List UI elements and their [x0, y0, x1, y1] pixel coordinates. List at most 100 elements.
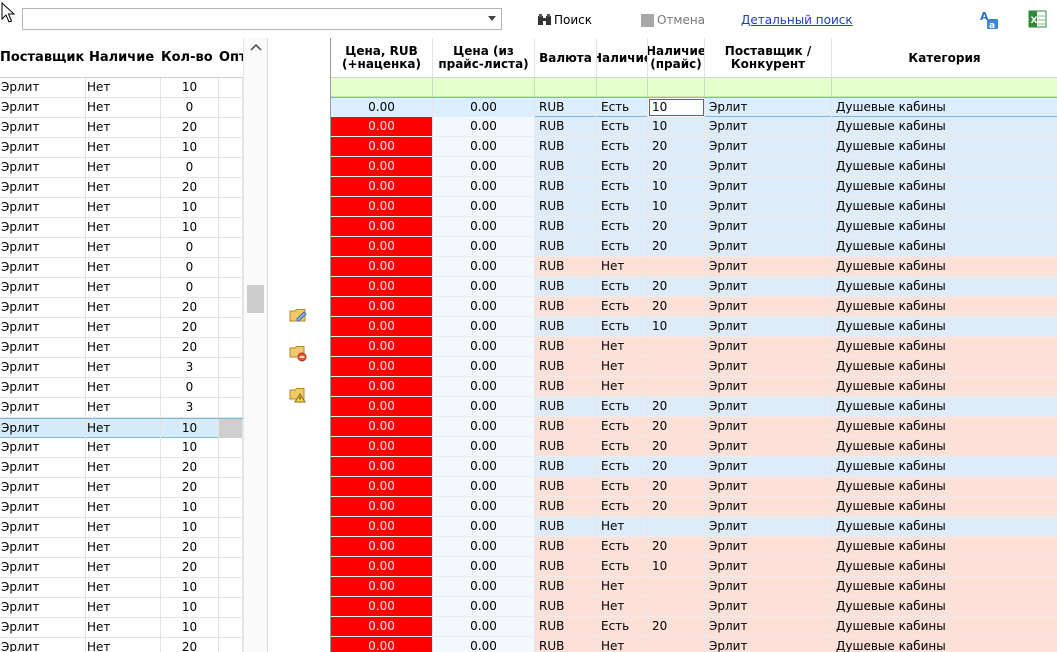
table-row[interactable]: 0.00 0.00 RUB Есть 20 Эрлит Душевые кабины	[331, 477, 1057, 497]
cancel-button[interactable]: Отмена	[641, 10, 705, 30]
table-row[interactable]: 0.00 0.00 RUB Нет Эрлит Душевые кабины	[331, 337, 1057, 357]
table-row[interactable]: 0.00 0.00 RUB Есть 20 Эрлит Душевые кабины	[331, 237, 1057, 257]
table-row[interactable]: 0.00 0.00 RUB Нет Эрлит Душевые кабины	[331, 577, 1057, 597]
table-row[interactable]: Эрлит Нет 3	[0, 358, 243, 378]
table-row[interactable]: 0.00 0.00 RUB Есть 20 Эрлит Душевые кабины	[331, 297, 1057, 317]
table-row[interactable]: Эрлит Нет 10	[0, 78, 243, 98]
cell-price-markup: 0.00	[331, 517, 433, 536]
supplier-grid-header: Поставщик Наличие Кол-во Опт	[0, 38, 243, 78]
table-row[interactable]: Эрлит Нет 20	[0, 338, 243, 358]
column-header-price-list[interactable]: Цена (из прайс-листа)	[433, 38, 535, 78]
filter-cell[interactable]	[705, 78, 832, 97]
cell-wholesale	[219, 178, 243, 197]
translate-icon[interactable]: A a	[978, 9, 1000, 31]
cell-category: Душевые кабины	[832, 157, 1057, 176]
table-row[interactable]: 0.00 0.00 RUB Нет Эрлит Душевые кабины	[331, 257, 1057, 277]
table-row[interactable]: Эрлит Нет 20	[0, 638, 243, 652]
search-combo[interactable]	[22, 8, 502, 30]
table-row[interactable]: Эрлит Нет 10	[0, 598, 243, 618]
column-header-availability[interactable]: Наличие	[597, 38, 648, 78]
cell-wholesale	[219, 78, 243, 97]
table-row[interactable]: Эрлит Нет 10	[0, 418, 243, 438]
table-row[interactable]: 0.00 0.00 RUB Есть 10 Эрлит Душевые кабины	[331, 97, 1057, 117]
table-row[interactable]: Эрлит Нет 0	[0, 378, 243, 398]
cell-availability: Нет	[597, 337, 648, 356]
table-row[interactable]: Эрлит Нет 10	[0, 138, 243, 158]
table-row[interactable]: 0.00 0.00 RUB Есть 20 Эрлит Душевые кабины	[331, 617, 1057, 637]
folder-remove-icon[interactable]	[289, 344, 307, 362]
table-row[interactable]: Эрлит Нет 0	[0, 258, 243, 278]
table-row[interactable]: Эрлит Нет 10	[0, 518, 243, 538]
table-row[interactable]: 0.00 0.00 RUB Есть 20 Эрлит Душевые кабины	[331, 497, 1057, 517]
column-header-price-markup[interactable]: Цена, RUB (+наценка)	[331, 38, 433, 78]
table-row[interactable]: 0.00 0.00 RUB Есть 20 Эрлит Душевые кабины	[331, 157, 1057, 177]
column-header-currency[interactable]: Валюта	[535, 38, 597, 78]
column-header-wholesale[interactable]: Опт	[219, 38, 243, 78]
table-row[interactable]: 0.00 0.00 RUB Есть 20 Эрлит Душевые кабины	[331, 437, 1057, 457]
chevron-down-icon[interactable]	[488, 16, 496, 21]
export-excel-icon[interactable]: X	[1028, 9, 1048, 29]
table-row[interactable]: 0.00 0.00 RUB Есть 10 Эрлит Душевые кабины	[331, 557, 1057, 577]
table-row[interactable]: 0.00 0.00 RUB Есть 20 Эрлит Душевые кабины	[331, 537, 1057, 557]
table-row[interactable]: 0.00 0.00 RUB Нет Эрлит Душевые кабины	[331, 377, 1057, 397]
scrollbar-thumb[interactable]	[247, 285, 264, 313]
column-header-supplier[interactable]: Поставщик	[0, 38, 86, 78]
table-row[interactable]: Эрлит Нет 20	[0, 318, 243, 338]
search-button[interactable]: Поиск	[537, 10, 592, 30]
table-row[interactable]: Эрлит Нет 20	[0, 538, 243, 558]
advanced-search-link[interactable]: Детальный поиск	[741, 10, 853, 30]
table-row[interactable]: 0.00 0.00 RUB Есть 20 Эрлит Душевые кабины	[331, 137, 1057, 157]
column-header-supplier-competitor[interactable]: Поставщик / Конкурент	[705, 38, 832, 78]
cell-availability-price: 20	[648, 417, 705, 436]
editing-cell[interactable]: 10	[648, 98, 705, 117]
folder-warning-icon[interactable]	[289, 386, 307, 404]
column-header-category[interactable]: Категория	[832, 38, 1057, 78]
table-row[interactable]: Эрлит Нет 20	[0, 298, 243, 318]
cell-price-markup: 0.00	[331, 537, 433, 556]
table-row[interactable]: 0.00 0.00 RUB Нет Эрлит Душевые кабины	[331, 357, 1057, 377]
table-row[interactable]: 0.00 0.00 RUB Есть 20 Эрлит Душевые кабины	[331, 217, 1057, 237]
table-row[interactable]: 0.00 0.00 RUB Есть 10 Эрлит Душевые кабины	[331, 117, 1057, 137]
table-row[interactable]: 0.00 0.00 RUB Есть 20 Эрлит Душевые кабины	[331, 457, 1057, 477]
table-row[interactable]: 0.00 0.00 RUB Нет Эрлит Душевые кабины	[331, 637, 1057, 652]
table-row[interactable]: Эрлит Нет 20	[0, 178, 243, 198]
scroll-up-icon[interactable]	[250, 42, 262, 52]
table-row[interactable]: Эрлит Нет 0	[0, 238, 243, 258]
table-row[interactable]: 0.00 0.00 RUB Есть 20 Эрлит Душевые кабины	[331, 397, 1057, 417]
table-row[interactable]: 0.00 0.00 RUB Есть 10 Эрлит Душевые кабины	[331, 177, 1057, 197]
filter-cell[interactable]	[535, 78, 597, 97]
table-row[interactable]: Эрлит Нет 0	[0, 278, 243, 298]
filter-cell[interactable]	[597, 78, 648, 97]
table-row[interactable]: Эрлит Нет 0	[0, 98, 243, 118]
table-row[interactable]: Эрлит Нет 10	[0, 218, 243, 238]
table-row[interactable]: Эрлит Нет 10	[0, 578, 243, 598]
table-row[interactable]: 0.00 0.00 RUB Нет Эрлит Душевые кабины	[331, 517, 1057, 537]
table-row[interactable]: 0.00 0.00 RUB Есть 10 Эрлит Душевые кабины	[331, 197, 1057, 217]
table-row[interactable]: Эрлит Нет 0	[0, 158, 243, 178]
filter-cell[interactable]	[331, 78, 433, 97]
column-header-availability-price[interactable]: Наличие (прайс)	[648, 38, 705, 78]
supplier-grid-scrollbar[interactable]	[243, 38, 268, 652]
column-header-availability[interactable]: Наличие	[89, 38, 159, 78]
table-row[interactable]: Эрлит Нет 10	[0, 198, 243, 218]
table-row[interactable]: 0.00 0.00 RUB Нет Эрлит Душевые кабины	[331, 597, 1057, 617]
table-row[interactable]: Эрлит Нет 20	[0, 118, 243, 138]
table-row[interactable]: Эрлит Нет 3	[0, 398, 243, 418]
table-row[interactable]: Эрлит Нет 20	[0, 458, 243, 478]
table-row[interactable]: Эрлит Нет 10	[0, 438, 243, 458]
table-row[interactable]: 0.00 0.00 RUB Есть 20 Эрлит Душевые кабины	[331, 417, 1057, 437]
table-row[interactable]: Эрлит Нет 10	[0, 618, 243, 638]
filter-cell[interactable]	[433, 78, 535, 97]
app-window: Поиск Отмена Детальный поиск A a X Поста…	[0, 0, 1057, 652]
table-row[interactable]: Эрлит Нет 20	[0, 478, 243, 498]
column-header-quantity[interactable]: Кол-во	[161, 38, 217, 78]
table-row[interactable]: 0.00 0.00 RUB Есть 20 Эрлит Душевые кабины	[331, 277, 1057, 297]
filter-row[interactable]	[331, 78, 1057, 97]
cell-wholesale	[219, 478, 243, 497]
folder-edit-icon[interactable]	[289, 306, 307, 324]
filter-cell[interactable]	[832, 78, 1057, 97]
filter-cell[interactable]	[648, 78, 705, 97]
table-row[interactable]: Эрлит Нет 10	[0, 498, 243, 518]
table-row[interactable]: 0.00 0.00 RUB Есть 10 Эрлит Душевые кабины	[331, 317, 1057, 337]
table-row[interactable]: Эрлит Нет 20	[0, 558, 243, 578]
